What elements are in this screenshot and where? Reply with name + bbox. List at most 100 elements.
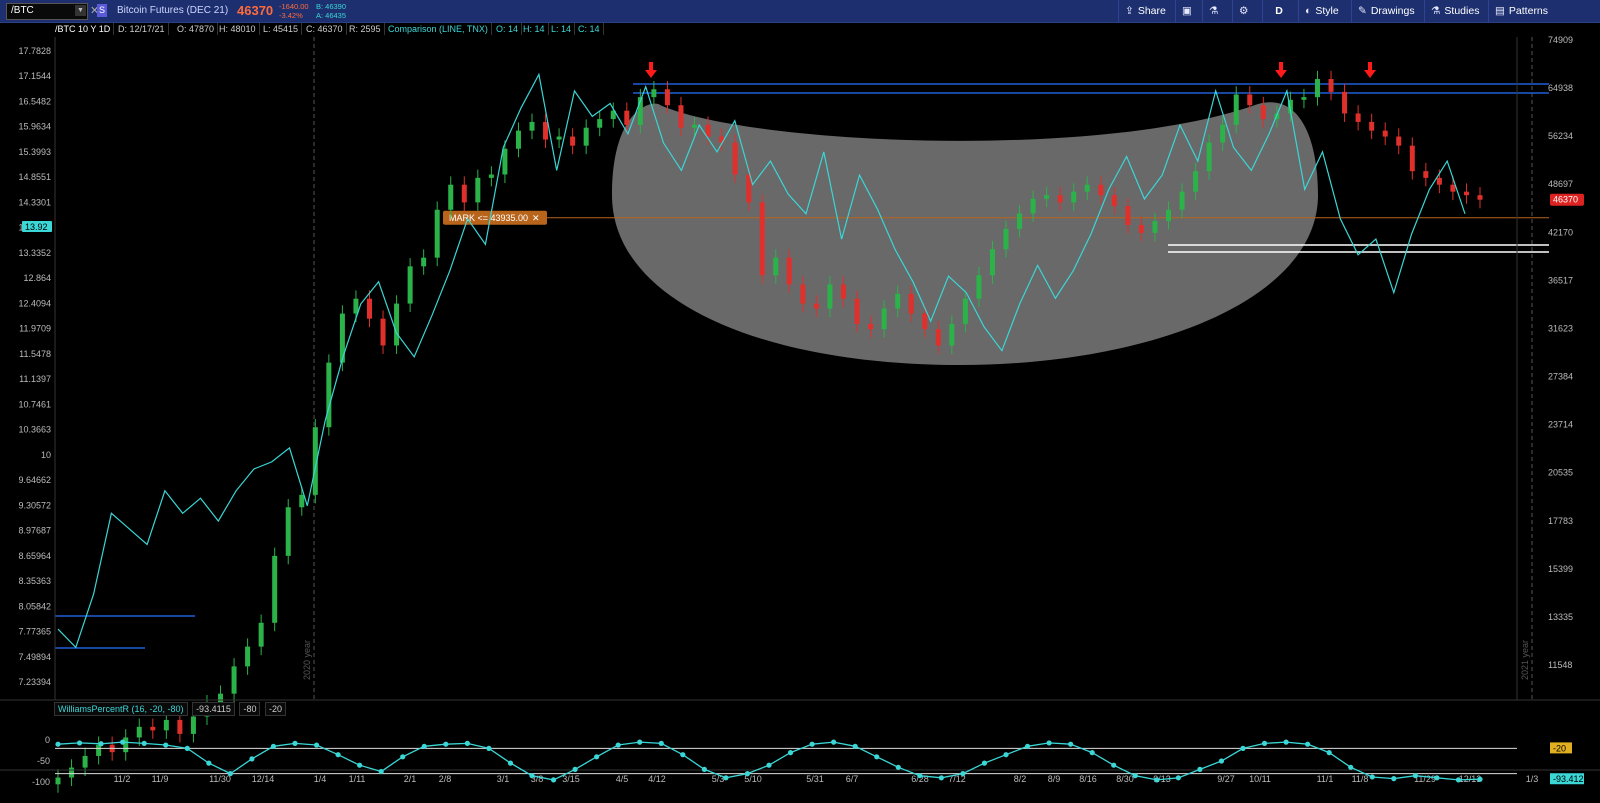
x-axis-tick: 9/27 [1217, 774, 1235, 784]
wpr-point [1326, 750, 1332, 756]
wpr-point [529, 773, 535, 779]
x-axis-tick: 8/9 [1048, 774, 1061, 784]
candle-body [326, 362, 332, 428]
left-axis-tick: 17.1544 [18, 71, 51, 81]
candle-body [515, 130, 521, 149]
candle-body [583, 127, 589, 146]
candle-body [732, 142, 738, 175]
candle-body [881, 308, 887, 330]
wpr-point [1477, 776, 1483, 782]
x-axis-tick: 10/11 [1249, 774, 1271, 784]
wpr-point [120, 739, 126, 745]
wpr-point [1089, 750, 1095, 756]
wpr-point [1003, 752, 1009, 758]
wpr-point [378, 768, 384, 775]
x-axis-tick: 1/4 [314, 774, 327, 784]
candle-body [840, 284, 846, 299]
wpr-point [874, 754, 880, 760]
x-axis-tick: 2/1 [404, 774, 417, 784]
candle-body [421, 257, 427, 267]
candle-body [475, 177, 481, 203]
candle-body [1206, 142, 1212, 172]
left-axis-tick: 14.3301 [18, 197, 51, 207]
wpr-name[interactable]: WilliamsPercentR (16, -20, -80) [54, 702, 188, 716]
wpr-point [1024, 743, 1031, 749]
candle-body [543, 121, 549, 140]
wpr-point [464, 740, 470, 746]
x-axis-tick: 12/14 [252, 774, 275, 784]
candle-body [1247, 94, 1253, 106]
wpr-point [766, 762, 772, 768]
wpr-point [76, 740, 83, 746]
wpr-point [400, 754, 406, 760]
candle-body [854, 298, 860, 324]
x-axis-tick: 5/3 [712, 774, 725, 784]
left-axis-tick: 8.65964 [18, 551, 51, 561]
price-chart[interactable]: 2020 year 2021 year MARK <= 43935.00 ✕ 17.… [0, 0, 1600, 803]
right-axis-tick: 56234 [1548, 131, 1573, 141]
wpr-point [1154, 777, 1160, 783]
candle-body [177, 719, 183, 734]
wpr-value-marker: -93.412 [1550, 773, 1584, 785]
wpr-point [1305, 741, 1311, 747]
wpr-point [98, 741, 104, 747]
x-axis-tick: 2/8 [439, 774, 452, 784]
candle-body [678, 105, 684, 128]
wpr-point [895, 764, 901, 770]
candle-body [1463, 191, 1469, 196]
left-axis-tick: 12.864 [23, 273, 51, 283]
candle-body [1057, 195, 1063, 203]
wpr-point [1197, 766, 1203, 773]
candle-body [786, 257, 792, 285]
candle-body [556, 136, 562, 140]
candle-body [868, 323, 874, 330]
x-axis-tick: 4/12 [648, 774, 666, 784]
candle-body [922, 313, 928, 330]
left-axis-tick: 9.30572 [18, 500, 51, 510]
left-axis-tick: 10 [41, 450, 51, 460]
candle-body [448, 184, 454, 210]
wpr-point [637, 739, 643, 745]
candle-body [1193, 171, 1199, 192]
wpr-point [572, 766, 578, 773]
x-axis-tick: 8/2 [1014, 774, 1027, 784]
right-axis-tick: 64938 [1548, 83, 1573, 93]
wpr-point [981, 760, 988, 766]
candle-body [299, 494, 305, 508]
wpr-point [1369, 774, 1375, 780]
wpr-point [852, 743, 858, 749]
candle-body [488, 174, 494, 178]
candle-body [1152, 221, 1158, 233]
wpr-point [1240, 745, 1246, 752]
candle-body [1409, 145, 1415, 172]
wpr-point [421, 743, 427, 749]
candle-body [908, 293, 914, 314]
candle-body [123, 737, 129, 753]
candle-body [976, 275, 982, 299]
wpr-legend[interactable]: WilliamsPercentR (16, -20, -80) -93.4115… [54, 702, 288, 716]
wpr-point [594, 754, 600, 760]
right-axis-tick: 36517 [1548, 275, 1573, 285]
wpr-point [744, 771, 751, 777]
candle-body [1423, 171, 1429, 178]
candle-body [1138, 224, 1144, 233]
left-axis-tick: 15.9634 [18, 122, 51, 132]
down-arrow-icon [645, 62, 657, 78]
left-axis-tick: 8.05842 [18, 601, 51, 611]
left-axis-tick: 17.7828 [18, 46, 51, 56]
candle-body [258, 622, 264, 647]
candle-body [813, 303, 819, 309]
wpr-ob: -20 [264, 702, 286, 716]
left-axis-tick: 7.49894 [18, 652, 51, 662]
wpr-point [1455, 777, 1462, 783]
wpr-point [680, 752, 686, 758]
candle-body [1111, 195, 1117, 207]
left-axis-tick: 9.64662 [18, 475, 51, 485]
candle-body [624, 110, 630, 125]
candle-body [664, 89, 670, 106]
wpr-point [1283, 739, 1289, 745]
candle-body [407, 266, 413, 304]
wpr-point [1391, 776, 1397, 782]
right-axis-tick: 13335 [1548, 612, 1573, 622]
wpr-point [1434, 775, 1440, 781]
